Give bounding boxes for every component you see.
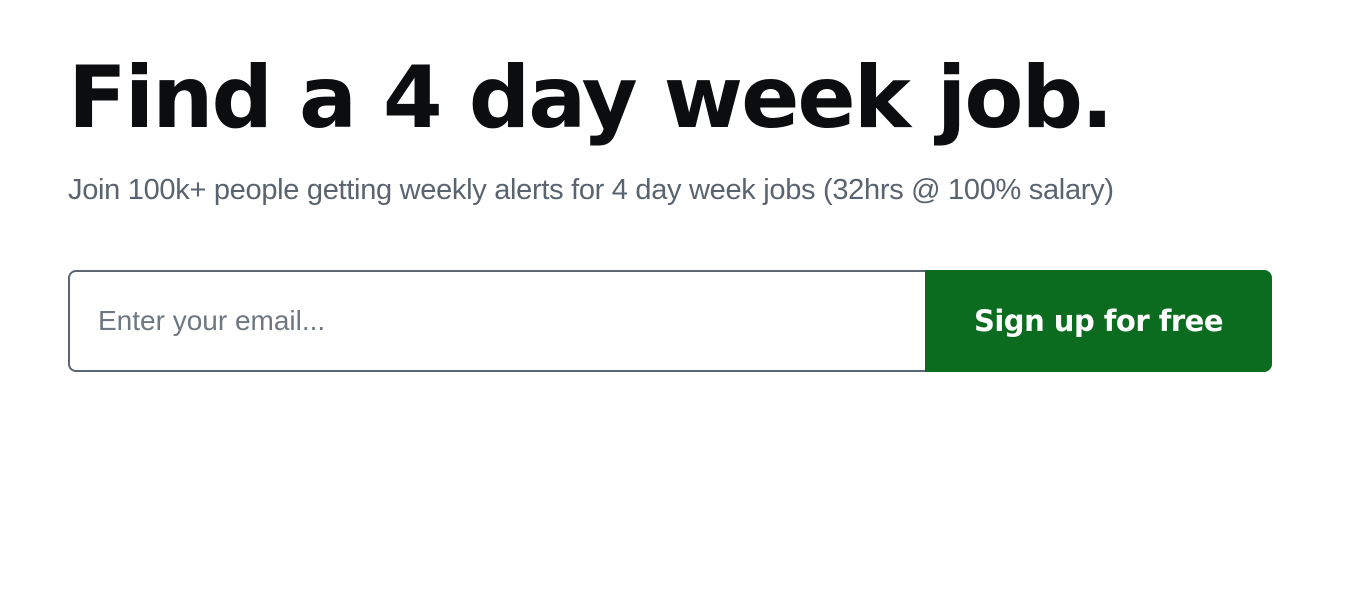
sign-up-button[interactable]: Sign up for free	[925, 270, 1272, 372]
page-title: Find a 4 day week job.	[68, 48, 1114, 148]
page-subtitle: Join 100k+ people getting weekly alerts …	[68, 174, 1114, 206]
hero-text: Find a 4 day week job. Join 100k+ people…	[68, 44, 1298, 208]
signup-form: Sign up for free	[68, 270, 1272, 372]
email-field[interactable]	[68, 270, 925, 372]
